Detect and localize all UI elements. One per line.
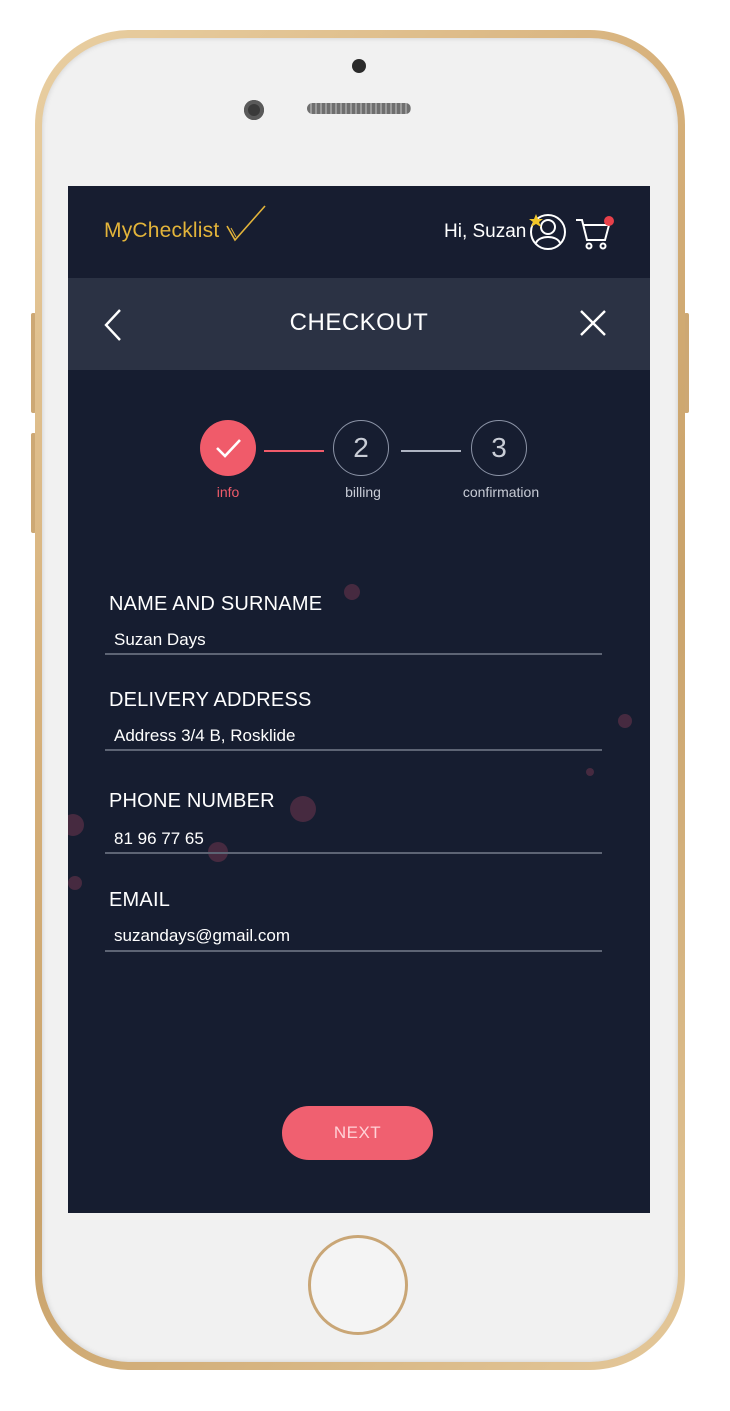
brand-logo[interactable]: MyChecklist	[104, 219, 219, 243]
email-label: EMAIL	[109, 889, 171, 911]
step-confirmation[interactable]: 3	[471, 420, 527, 476]
phone-field-underline	[105, 852, 602, 854]
earpiece-speaker	[307, 103, 411, 114]
step-number: 2	[353, 432, 369, 463]
address-field-underline	[105, 749, 602, 751]
user-greeting: Hi, Suzan	[444, 221, 527, 242]
email-field[interactable]: suzandays@gmail.com	[114, 926, 290, 946]
page-title: CHECKOUT	[289, 309, 429, 336]
step-connector	[401, 450, 461, 452]
address-label: DELIVERY ADDRESS	[109, 689, 312, 711]
front-camera	[244, 100, 264, 120]
user-avatar-icon[interactable]	[528, 212, 568, 252]
step-number: 3	[491, 432, 507, 463]
address-field[interactable]: Address 3/4 B, Rosklide	[114, 726, 295, 746]
step-info-completed[interactable]	[200, 420, 256, 476]
next-button[interactable]: NEXT	[282, 1106, 433, 1160]
home-button[interactable]	[308, 1235, 408, 1335]
phone-field[interactable]: 81 96 77 65	[114, 829, 204, 849]
step-billing[interactable]: 2	[333, 420, 389, 476]
step-label-billing: billing	[345, 484, 381, 500]
name-field-underline	[105, 653, 602, 655]
bokeh-decoration	[618, 714, 632, 728]
bokeh-decoration	[68, 814, 84, 836]
email-field-underline	[105, 950, 602, 952]
bokeh-decoration	[344, 584, 360, 600]
logo-check-icon	[226, 205, 266, 242]
app-screen: MyChecklist Hi, Suzan CHECKOUT 2 3 info …	[68, 186, 650, 1213]
step-label-confirmation: confirmation	[462, 484, 540, 500]
name-label: NAME AND SURNAME	[109, 593, 323, 615]
checkmark-icon	[216, 439, 241, 458]
bokeh-decoration	[68, 876, 82, 890]
phone-label: PHONE NUMBER	[109, 790, 275, 812]
step-label-info: info	[216, 484, 240, 500]
step-connector	[264, 450, 324, 452]
close-icon[interactable]	[579, 309, 607, 337]
bokeh-decoration	[586, 768, 594, 776]
proximity-sensor	[352, 59, 366, 73]
bokeh-decoration	[290, 796, 316, 822]
checkout-header: CHECKOUT	[68, 278, 650, 370]
name-field[interactable]: Suzan Days	[114, 630, 206, 650]
top-bar: MyChecklist Hi, Suzan	[68, 186, 650, 278]
shopping-cart-icon[interactable]	[574, 214, 614, 252]
